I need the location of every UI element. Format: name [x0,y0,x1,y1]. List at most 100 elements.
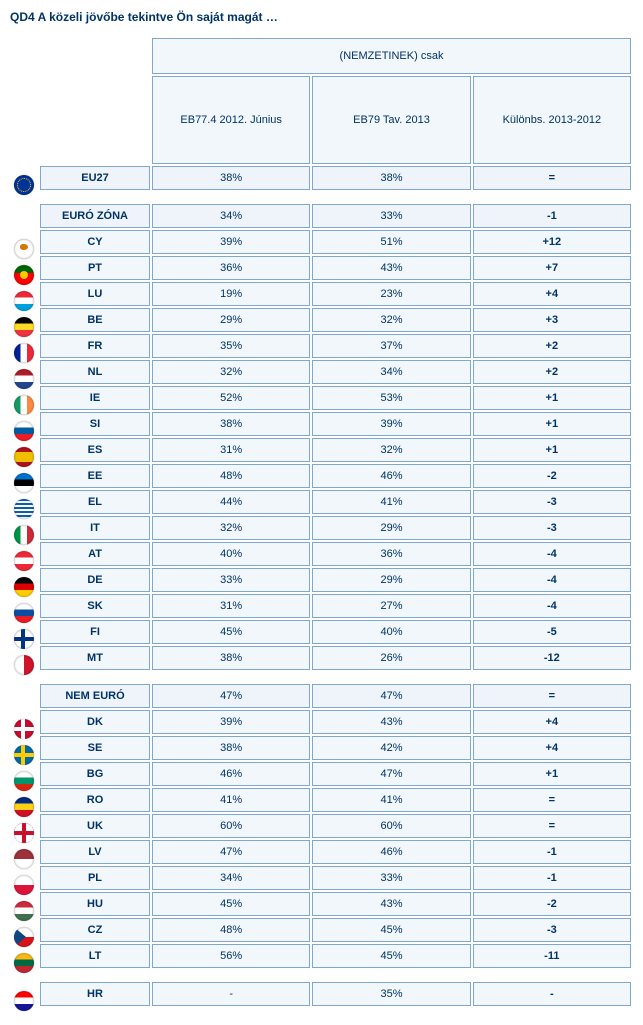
value-2013: 41% [312,490,470,514]
table-row: ES31%32%+1 [40,438,631,462]
value-diff: +12 [473,230,631,254]
row-label: UK [40,814,150,838]
value-2012: 45% [152,892,310,916]
value-2012: 38% [152,412,310,436]
value-diff: +1 [473,412,631,436]
table-row: DE33%29%-4 [40,568,631,592]
value-2012: 38% [152,166,310,190]
flag-slot [14,497,34,521]
flag-slot [14,743,34,767]
value-diff: +3 [473,308,631,332]
value-2013: 46% [312,840,470,864]
flag-slot [14,367,34,391]
value-2012: 34% [152,866,310,890]
value-2012: 31% [152,438,310,462]
flag-slot [14,925,34,949]
value-2013: 29% [312,568,470,592]
row-label: FI [40,620,150,644]
table-column: (NEMZETINEK) csak EB77.4 2012. Június EB… [38,36,633,1015]
flag-icon [14,551,34,571]
header-col3: Különbs. 2013-2012 [473,76,631,164]
value-2012: 52% [152,386,310,410]
row-label: MT [40,646,150,670]
row-label: EE [40,464,150,488]
header-col1: EB77.4 2012. Június [152,76,310,164]
flag-slot [14,315,34,339]
flag-slot [14,549,34,573]
flag-icon [14,499,34,519]
row-label: CZ [40,918,150,942]
value-2013: 23% [312,282,470,306]
row-label: SI [40,412,150,436]
table-row: NL32%34%+2 [40,360,631,384]
value-2013: 53% [312,386,470,410]
flag-slot [14,471,34,495]
flag-icon [14,655,34,675]
value-diff: -3 [473,490,631,514]
row-label: PL [40,866,150,890]
flag-slot [14,951,34,975]
flag-slot [14,795,34,819]
table-row: UK60%60%= [40,814,631,838]
value-diff: -3 [473,516,631,540]
value-2013: 27% [312,594,470,618]
flag-icon [14,317,34,337]
flag-slot [14,237,34,261]
flag-slot [14,821,34,845]
table-wrap: (NEMZETINEK) csak EB77.4 2012. Június EB… [10,36,633,1015]
value-diff: +2 [473,360,631,384]
flag-slot [14,601,34,625]
row-label: EURÓ ZÓNA [40,204,150,228]
value-2013: 43% [312,256,470,280]
value-2013: 47% [312,684,470,708]
value-diff: +2 [473,334,631,358]
value-2013: 40% [312,620,470,644]
value-2012: 40% [152,542,310,566]
value-2012: 44% [152,490,310,514]
table-row: HU45%43%-2 [40,892,631,916]
table-row: LU19%23%+4 [40,282,631,306]
value-2013: 43% [312,892,470,916]
value-diff: - [473,982,631,1006]
table-row: EU2738%38%= [40,166,631,190]
flag-slot [14,173,34,197]
table-row: IT32%29%-3 [40,516,631,540]
flag-icon [14,525,34,545]
flag-icon [14,369,34,389]
flag-icon [14,875,34,895]
table-row: CZ48%45%-3 [40,918,631,942]
value-diff: +1 [473,386,631,410]
value-2013: 37% [312,334,470,358]
flag-slot [14,289,34,313]
row-label: BG [40,762,150,786]
value-2012: 38% [152,646,310,670]
value-2012: 45% [152,620,310,644]
flag-icon [14,603,34,623]
value-diff: +4 [473,282,631,306]
row-label: CY [40,230,150,254]
value-diff: -1 [473,866,631,890]
table-row: MT38%26%-12 [40,646,631,670]
flag-icon [14,343,34,363]
value-diff: -1 [473,204,631,228]
question-title: QD4 A közeli jövőbe tekintve Ön saját ma… [10,10,633,24]
flag-slot [14,575,34,599]
value-2012: 31% [152,594,310,618]
flag-icon [14,927,34,947]
value-2013: 26% [312,646,470,670]
table-row: HR-35%- [40,982,631,1006]
flag-slot [14,873,34,897]
table-row: FI45%40%-5 [40,620,631,644]
table-row: NEM EURÓ47%47%= [40,684,631,708]
flag-icon [14,797,34,817]
flag-icon [14,771,34,791]
value-2012: 41% [152,788,310,812]
value-2013: 51% [312,230,470,254]
row-label: NEM EURÓ [40,684,150,708]
value-diff: +7 [473,256,631,280]
flag-icon [14,991,34,1011]
row-label: HR [40,982,150,1006]
value-2012: 46% [152,762,310,786]
flag-icon [14,473,34,493]
flag-slot [14,627,34,651]
